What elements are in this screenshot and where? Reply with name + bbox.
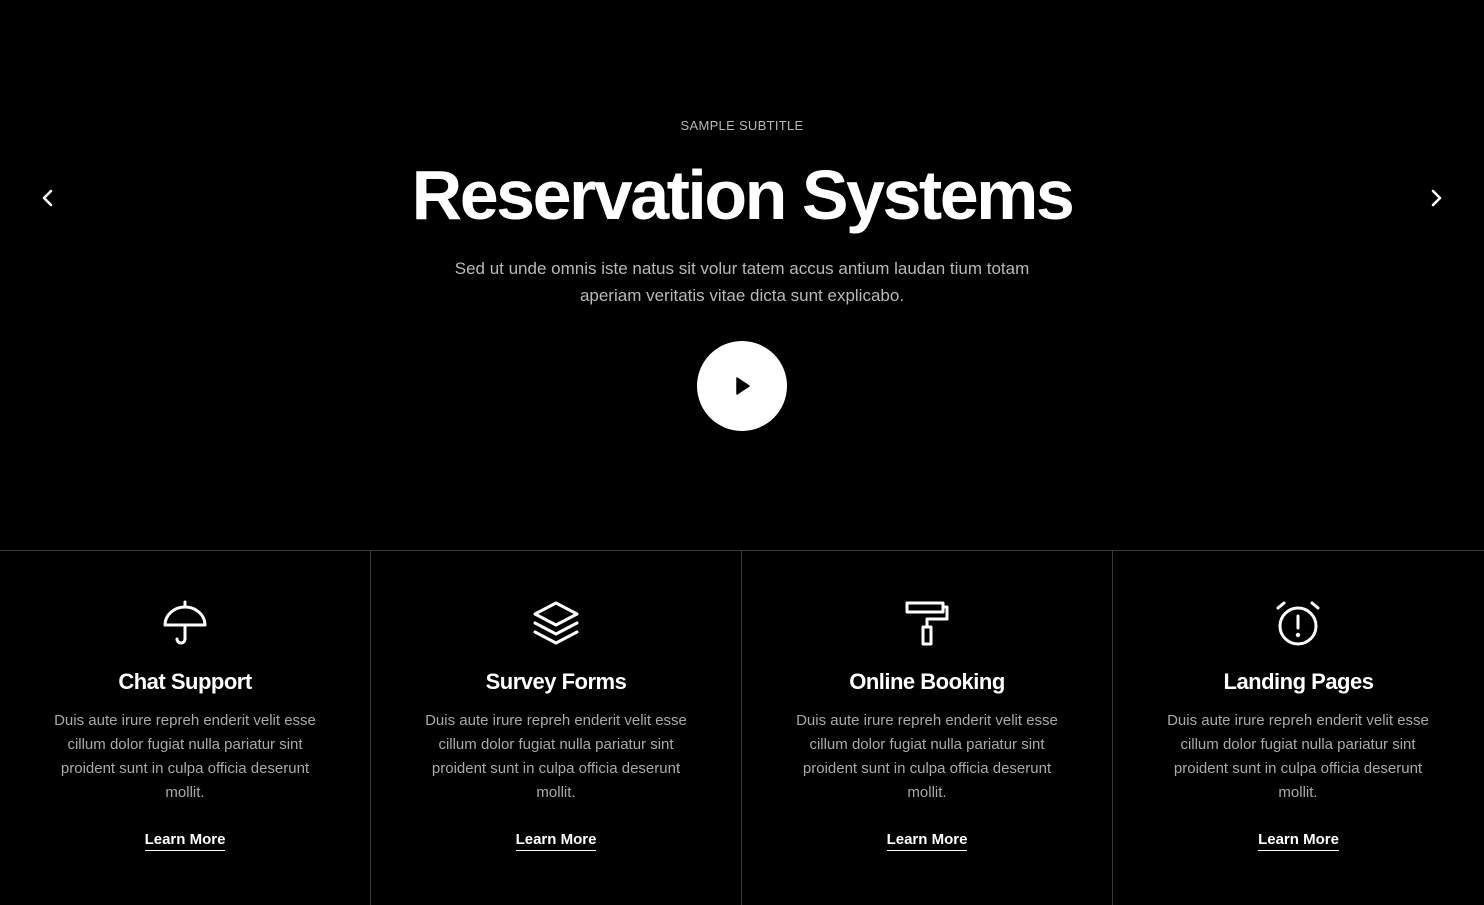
feature-title: Online Booking — [849, 669, 1005, 694]
chevron-right-icon — [1431, 189, 1442, 207]
slider-next-button[interactable] — [1421, 183, 1451, 213]
umbrella-icon — [163, 600, 207, 645]
feature-card-online-booking: Online Booking Duis aute irure repreh en… — [742, 551, 1113, 905]
hero-section: SAMPLE SUBTITLE Reservation Systems Sed … — [0, 0, 1484, 551]
learn-more-link[interactable]: Learn More — [515, 831, 597, 851]
feature-description: Duis aute irure repreh enderit velit ess… — [425, 712, 687, 801]
learn-more-link[interactable]: Learn More — [144, 831, 226, 851]
features-section: Chat Support Duis aute irure repreh ende… — [0, 551, 1484, 905]
learn-more-link[interactable]: Learn More — [886, 831, 968, 851]
alarm-clock-icon — [1276, 601, 1320, 646]
play-video-button[interactable] — [697, 341, 787, 431]
feature-title: Landing Pages — [1223, 669, 1374, 694]
hero-title: Reservation Systems — [411, 156, 1075, 234]
layers-icon — [533, 601, 579, 645]
play-icon — [736, 377, 750, 395]
feature-description: Duis aute irure repreh enderit velit ess… — [1167, 712, 1429, 801]
learn-more-link[interactable]: Learn More — [1258, 831, 1339, 851]
feature-title: Survey Forms — [485, 669, 627, 694]
feature-card-survey-forms: Survey Forms Duis aute irure repreh ende… — [371, 551, 742, 905]
feature-title: Chat Support — [118, 669, 252, 694]
feature-card-chat-support: Chat Support Duis aute irure repreh ende… — [0, 551, 371, 905]
feature-card-landing-pages: Landing Pages Duis aute irure repreh end… — [1113, 551, 1484, 905]
feature-description: Duis aute irure repreh enderit velit ess… — [796, 712, 1058, 801]
paint-roller-icon — [905, 601, 949, 646]
hero-subtitle: SAMPLE SUBTITLE — [680, 118, 804, 133]
hero-description: Sed ut unde omnis iste natus sit volur t… — [454, 259, 1030, 305]
feature-description: Duis aute irure repreh enderit velit ess… — [54, 712, 316, 801]
